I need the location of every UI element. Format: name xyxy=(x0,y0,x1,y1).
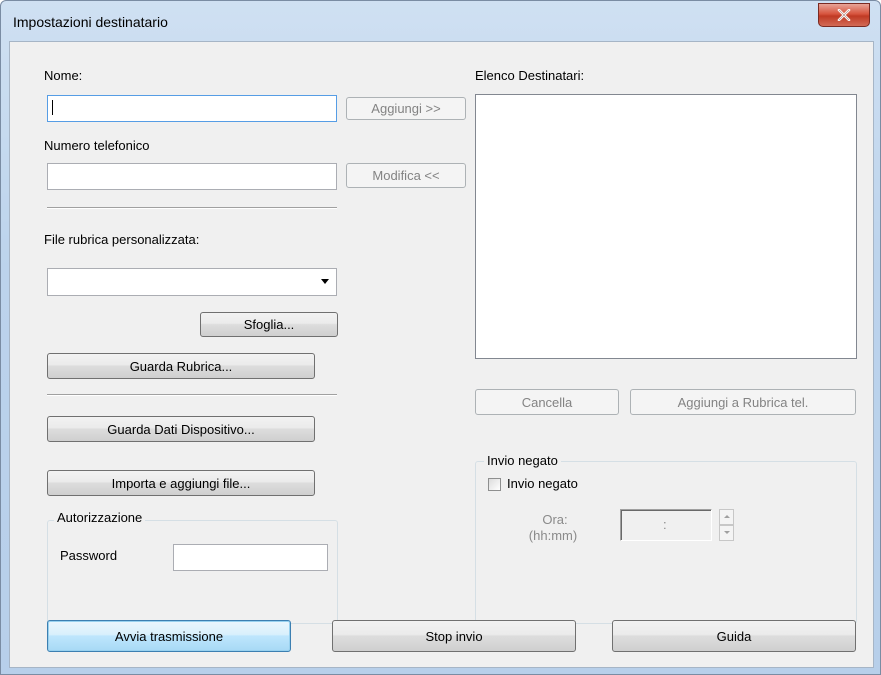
time-spin-up[interactable] xyxy=(719,509,734,525)
time-input-value: : xyxy=(663,517,667,532)
window-title: Impostazioni destinatario xyxy=(13,14,168,30)
chevron-down-icon xyxy=(321,279,329,284)
separator xyxy=(47,207,337,209)
authorization-group xyxy=(47,520,338,624)
time-format-label: (hh:mm) xyxy=(528,528,578,543)
phonebook-file-label: File rubrica personalizzata: xyxy=(44,232,200,247)
view-phonebook-button[interactable]: Guarda Rubrica... xyxy=(47,353,315,379)
time-label: Ora: xyxy=(542,512,568,527)
name-label: Nome: xyxy=(44,68,83,83)
deferred-send-checkbox-label[interactable]: Invio negato xyxy=(507,476,578,491)
dialog-window: Impostazioni destinatario Nome: Aggiungi… xyxy=(0,0,881,675)
add-to-phonebook-button[interactable]: Aggiungi a Rubrica tel. xyxy=(630,389,856,415)
stop-send-button[interactable]: Stop invio xyxy=(332,620,576,652)
time-input[interactable]: : xyxy=(620,509,712,541)
phone-label: Numero telefonico xyxy=(44,138,150,153)
browse-button[interactable]: Sfoglia... xyxy=(200,312,338,337)
view-device-data-button[interactable]: Guarda Dati Dispositivo... xyxy=(47,416,315,442)
time-spin-down[interactable] xyxy=(719,525,734,541)
delete-button[interactable]: Cancella xyxy=(475,389,619,415)
chevron-up-icon xyxy=(724,515,730,518)
recipients-label: Elenco Destinatari: xyxy=(475,68,585,83)
authorization-group-label: Autorizzazione xyxy=(54,510,146,525)
close-icon xyxy=(837,9,851,21)
phonebook-file-combo[interactable] xyxy=(47,268,337,296)
start-transmission-button[interactable]: Avvia trasmissione xyxy=(47,620,291,652)
dialog-client-area: Nome: Aggiungi >> Numero telefonico Modi… xyxy=(9,41,874,668)
separator xyxy=(47,394,337,396)
edit-button[interactable]: Modifica << xyxy=(346,163,466,188)
title-bar[interactable]: Impostazioni destinatario xyxy=(1,1,880,41)
password-label: Password xyxy=(60,548,118,563)
deferred-send-group-label: Invio negato xyxy=(484,453,561,468)
phone-input[interactable] xyxy=(47,163,337,190)
close-button[interactable] xyxy=(818,3,870,27)
text-caret xyxy=(52,100,53,115)
password-input[interactable] xyxy=(173,544,328,571)
add-button[interactable]: Aggiungi >> xyxy=(346,97,466,120)
deferred-send-checkbox[interactable] xyxy=(488,478,501,491)
name-input[interactable] xyxy=(47,95,337,122)
help-button[interactable]: Guida xyxy=(612,620,856,652)
chevron-down-icon xyxy=(724,531,730,534)
recipients-listbox[interactable] xyxy=(475,94,857,359)
import-add-file-button[interactable]: Importa e aggiungi file... xyxy=(47,470,315,496)
